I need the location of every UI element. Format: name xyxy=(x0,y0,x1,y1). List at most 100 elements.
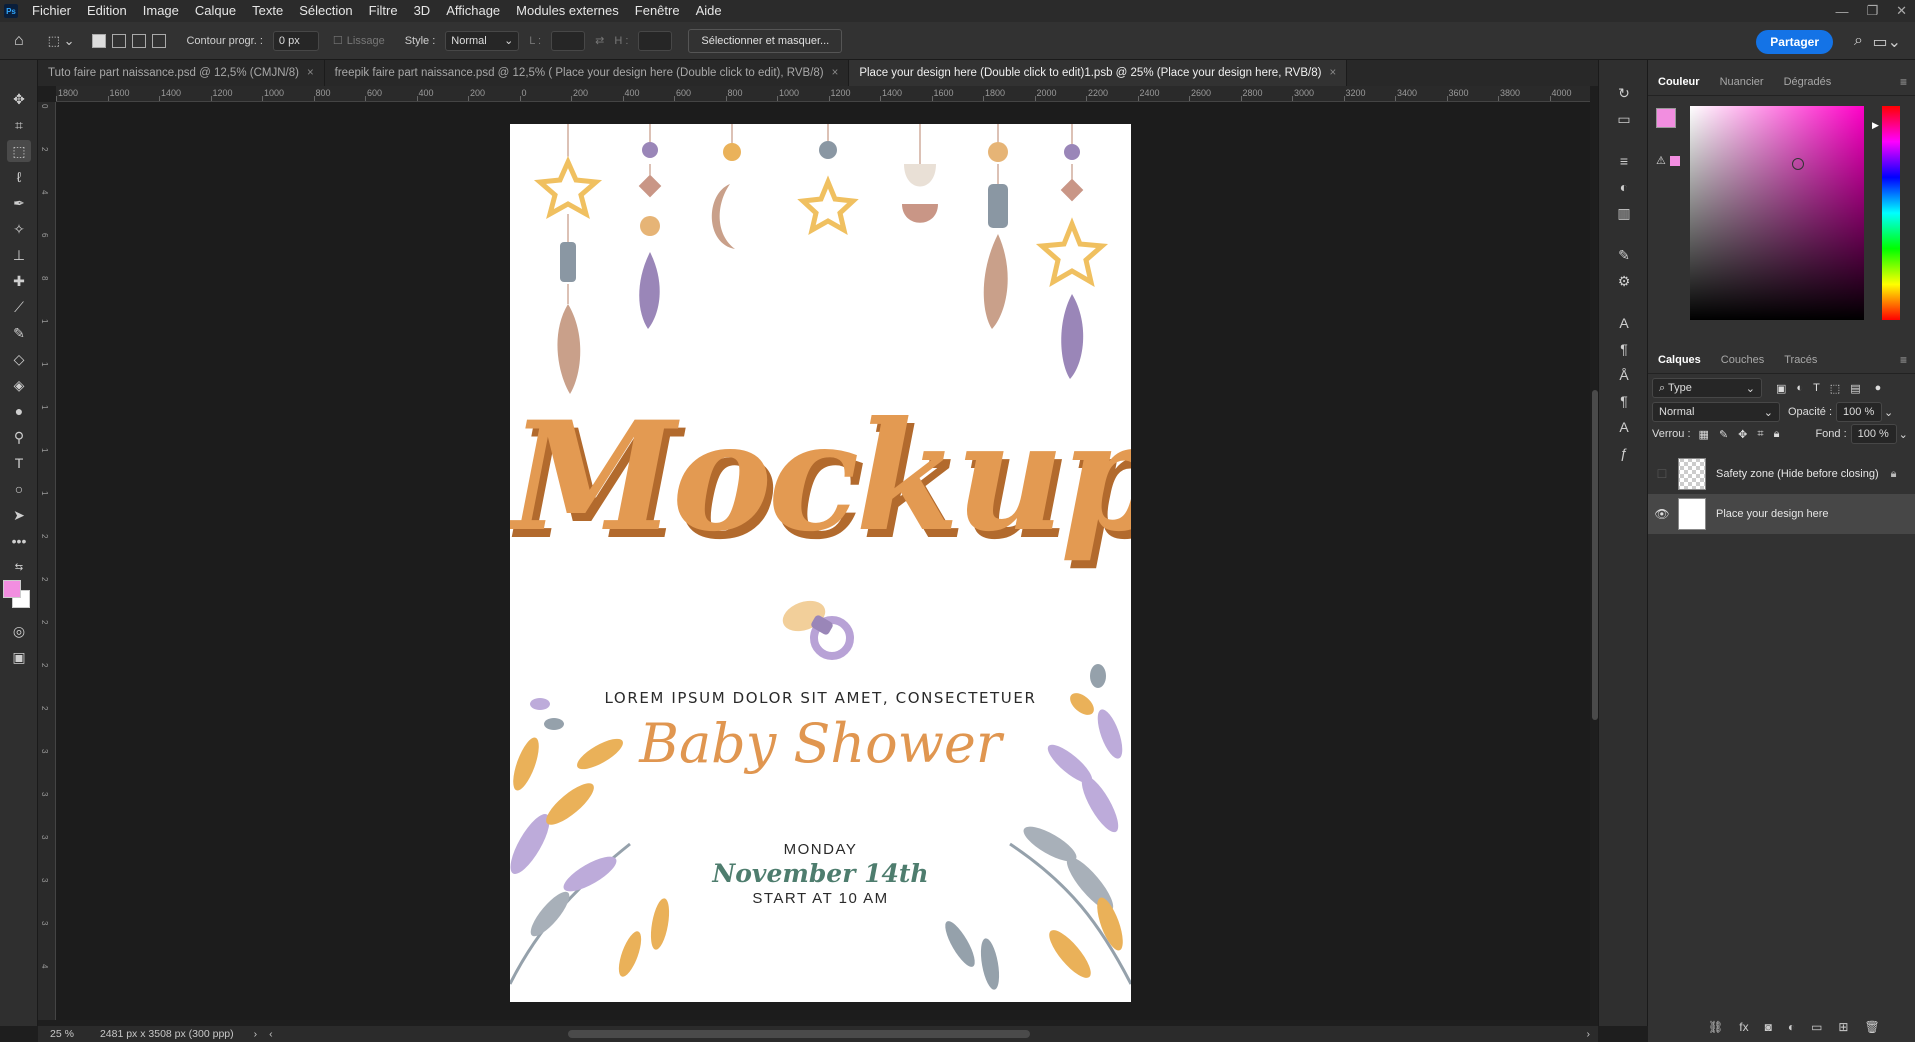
lasso-tool-icon[interactable]: ℓ xyxy=(7,166,31,188)
menu-fenetre[interactable]: Fenêtre xyxy=(627,0,688,22)
add-selection-icon[interactable] xyxy=(112,33,127,48)
history-icon[interactable]: ↻ xyxy=(1615,84,1633,102)
comments-icon[interactable]: ▭ xyxy=(1615,110,1633,128)
swap-colors-icon[interactable]: ⇆ xyxy=(7,556,31,578)
paragraph-styles-icon[interactable]: ¶ xyxy=(1615,392,1633,410)
workspace-icon[interactable]: ▭⌄ xyxy=(1872,32,1901,52)
eraser-tool-icon[interactable]: ◇ xyxy=(7,348,31,370)
chevron-down-icon[interactable]: ⌄ xyxy=(1884,406,1893,419)
style-select[interactable]: Normal ⌄ xyxy=(445,30,520,51)
filter-pixel-icon[interactable]: ▣ xyxy=(1776,382,1786,395)
layer-row-place-design[interactable]: 👁︎ Place your design here xyxy=(1648,494,1915,534)
status-arrow-icon[interactable]: › xyxy=(254,1028,258,1040)
move-tool-icon[interactable]: ✥ xyxy=(7,88,31,110)
menu-calque[interactable]: Calque xyxy=(187,0,244,22)
layers-panel-menu-icon[interactable]: ≡ xyxy=(1900,353,1907,367)
marquee-preset-icon[interactable]: ⬚ ⌄ xyxy=(48,33,75,49)
color-picker-field[interactable] xyxy=(1690,106,1864,320)
feather-input[interactable]: 0 px xyxy=(272,30,319,51)
filter-toggle-icon[interactable]: ● xyxy=(1875,382,1882,394)
menu-selection[interactable]: Sélection xyxy=(291,0,360,22)
width-input[interactable] xyxy=(551,30,586,51)
tab-traces[interactable]: Tracés xyxy=(1774,346,1827,374)
dodge-tool-icon[interactable]: ⚲ xyxy=(7,426,31,448)
menu-3d[interactable]: 3D xyxy=(406,0,439,22)
new-adjustment-icon[interactable]: ◐ xyxy=(1788,1020,1795,1034)
layer-row-safety-zone[interactable]: ☐ Safety zone (Hide before closing) 🔒︎ xyxy=(1648,454,1915,494)
tab-nuancier[interactable]: Nuancier xyxy=(1710,68,1774,96)
opacity-input[interactable]: 100 % xyxy=(1836,402,1883,422)
document-info[interactable]: 2481 px x 3508 px (300 ppp) xyxy=(100,1028,234,1040)
filter-adjust-icon[interactable]: ◐ xyxy=(1796,382,1803,394)
menu-aide[interactable]: Aide xyxy=(688,0,730,22)
ellipse-tool-icon[interactable]: ○ xyxy=(7,478,31,500)
panel-foreground-swatch[interactable] xyxy=(1656,108,1676,128)
eye-icon[interactable]: 👁︎ xyxy=(1654,507,1670,521)
filter-type-icon[interactable]: T xyxy=(1813,382,1820,394)
menu-affichage[interactable]: Affichage xyxy=(438,0,508,22)
screen-mode-icon[interactable]: ▣ xyxy=(7,646,31,668)
gamut-warning-icon[interactable]: ⚠ xyxy=(1656,154,1666,167)
styles-icon[interactable]: ◐ xyxy=(1615,178,1633,196)
path-selection-tool-icon[interactable]: ➤ xyxy=(7,504,31,526)
blend-mode-select[interactable]: Normal ⌄ xyxy=(1652,402,1780,422)
close-icon[interactable]: × xyxy=(307,67,314,79)
menu-fichier[interactable]: Fichier xyxy=(24,0,79,22)
new-group-icon[interactable]: ▭ xyxy=(1811,1020,1822,1034)
paint-bucket-tool-icon[interactable]: ◈ xyxy=(7,374,31,396)
lock-pixels-icon[interactable]: ✎ xyxy=(1719,428,1728,441)
delete-layer-icon[interactable]: 🗑︎ xyxy=(1864,1020,1879,1034)
layer-filter-select[interactable]: ⌕ Type ⌄ xyxy=(1652,378,1762,398)
brush-tool-icon[interactable]: ✎ xyxy=(7,322,31,344)
panel-menu-icon[interactable]: ≡ xyxy=(1900,75,1907,89)
glyphs-icon[interactable]: Å xyxy=(1615,366,1633,384)
zoom-level[interactable]: 25 % xyxy=(50,1028,74,1040)
foreground-color-swatch[interactable] xyxy=(3,580,21,598)
type-tool-icon[interactable]: T xyxy=(7,452,31,474)
crop-tool-icon[interactable]: ⌗ xyxy=(7,114,31,136)
properties-icon[interactable]: ⚙ xyxy=(1615,272,1633,290)
close-icon[interactable]: × xyxy=(832,67,839,79)
close-window-icon[interactable]: ✕ xyxy=(1896,3,1907,19)
minimize-icon[interactable]: — xyxy=(1835,4,1848,19)
horizontal-scrollbar[interactable] xyxy=(568,1030,1030,1038)
lock-position-icon[interactable]: ✥ xyxy=(1738,428,1747,441)
height-input[interactable] xyxy=(638,30,673,51)
fill-input[interactable]: 100 % xyxy=(1850,424,1897,444)
menu-image[interactable]: Image xyxy=(135,0,187,22)
filter-shape-icon[interactable]: ⬚ xyxy=(1830,382,1840,395)
blur-tool-icon[interactable]: ● xyxy=(7,400,31,422)
menu-texte[interactable]: Texte xyxy=(244,0,291,22)
tab-calques[interactable]: Calques xyxy=(1648,346,1711,374)
new-layer-icon[interactable]: ⊞ xyxy=(1838,1020,1848,1034)
tab-couches[interactable]: Couches xyxy=(1711,346,1774,374)
menu-filtre[interactable]: Filtre xyxy=(361,0,406,22)
rect-marquee-tool-icon[interactable]: ⬚ xyxy=(7,140,31,162)
scroll-right-icon[interactable]: › xyxy=(1587,1028,1591,1040)
quick-mask-icon[interactable]: ◎ xyxy=(7,620,31,642)
color-cursor[interactable] xyxy=(1792,158,1804,170)
hue-slider-arrow-icon[interactable]: ▶ xyxy=(1872,120,1879,131)
lock-all-icon[interactable]: 🔒︎ xyxy=(1774,428,1780,441)
adjustments-icon[interactable]: ≡ xyxy=(1615,152,1633,170)
swap-icon[interactable]: ⇄ xyxy=(595,34,604,47)
new-selection-icon[interactable] xyxy=(92,33,107,48)
web-color-swatch[interactable] xyxy=(1670,156,1680,166)
character-styles-icon[interactable]: A xyxy=(1615,418,1633,436)
visibility-toggle-empty[interactable]: ☐ xyxy=(1654,467,1670,481)
tab-couleur[interactable]: Couleur xyxy=(1648,68,1710,96)
tab-degrades[interactable]: Dégradés xyxy=(1774,68,1842,96)
select-and-mask-button[interactable]: Sélectionner et masquer... xyxy=(688,28,843,53)
more-tools-icon[interactable]: ••• xyxy=(7,530,31,552)
lock-artboard-icon[interactable]: ⌗ xyxy=(1757,428,1763,441)
stamp-tool-icon[interactable]: ⊥ xyxy=(7,244,31,266)
character-icon[interactable]: A xyxy=(1615,314,1633,332)
add-mask-icon[interactable]: ◙ xyxy=(1765,1020,1772,1034)
restore-icon[interactable]: ❐ xyxy=(1866,3,1878,19)
pen-tool-icon[interactable]: ✒ xyxy=(7,192,31,214)
fx-style-icon[interactable]: fx xyxy=(1739,1020,1748,1034)
share-button[interactable]: Partager xyxy=(1756,30,1833,54)
photoshop-logo-icon[interactable]: Ps xyxy=(4,4,18,18)
document-canvas[interactable]: Mockup LOREM IPSUM DOLOR SIT AMET, CONSE… xyxy=(510,124,1131,1002)
fx-icon[interactable]: ƒ xyxy=(1615,444,1633,462)
